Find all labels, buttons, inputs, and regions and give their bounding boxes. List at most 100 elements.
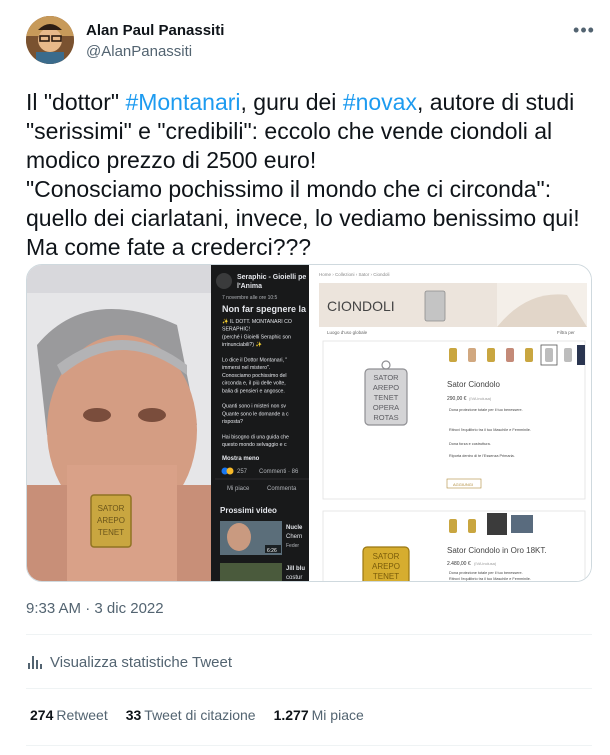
divider xyxy=(26,745,592,746)
quotes-count[interactable]: 33 Tweet di citazione xyxy=(126,707,256,723)
pendant-word: AREPO xyxy=(372,562,400,571)
tweet-date[interactable]: 3 dic 2022 xyxy=(94,600,163,617)
tweet-text-segment: , autore di studi xyxy=(416,89,575,115)
shop-breadcrumb: Home › Collezioni › Sator › Ciondoli xyxy=(319,272,390,277)
tweet-media[interactable]: SATOR AREPO TENET Seraphic - Gioielli pe… xyxy=(26,264,592,582)
fb-post-line: Lo dice il Dottor Montanari, " xyxy=(222,358,287,364)
tweet-text-segment: "Conosciamo pochissimo il mondo che ci c… xyxy=(26,176,552,202)
fb-comments: Commenti · 86 xyxy=(259,469,299,475)
fb-post-line: circonda e, il più delle volte, xyxy=(222,381,286,387)
quotes-label: Tweet di citazione xyxy=(144,707,256,723)
product-bullet: Dona forza e costruttura. xyxy=(449,442,491,446)
quotes-number: 33 xyxy=(125,707,142,723)
product1-button: AGGIUNGI xyxy=(453,482,473,487)
fb-comment: Commenta xyxy=(267,486,297,492)
fb-video1-sub2: Feder xyxy=(286,543,299,549)
divider xyxy=(26,688,592,689)
fb-post-line: Quante sono le domande a c xyxy=(222,411,289,417)
analytics-icon xyxy=(28,656,42,669)
pendant-word: AREPO xyxy=(373,383,399,392)
tweet-text-segment: quello dei ciarlatani, invece, lo vediam… xyxy=(26,205,580,231)
product1-name: Sator Ciondolo xyxy=(447,380,500,389)
fb-video1-time: 6:26 xyxy=(267,548,277,554)
shop-banner-title: CIONDOLI xyxy=(327,298,395,314)
more-options-icon[interactable]: ••• xyxy=(570,20,598,46)
fb-post-line: Quanti sono i misteri non sv xyxy=(222,404,286,410)
fb-video2-title: Jill blu xyxy=(286,566,305,572)
tweet-text-line: Ma come fate a crederci??? xyxy=(26,233,596,262)
fb-post-line: ✨ IL DOTT. MONTANARI CO xyxy=(222,318,292,325)
pendant-word: ROTAS xyxy=(373,413,398,422)
fb-date: 7 novembre alle ore 10:5 xyxy=(222,295,278,301)
tweet-text: Il "dottor" #Montanari, guru dei #novax,… xyxy=(26,88,596,262)
tweet-time[interactable]: 9:33 AM xyxy=(26,600,81,617)
product-bullet: Ritrovi l'equilibrio tra il tuo Maschile… xyxy=(449,577,531,581)
product1-price-note: (IVA inclusa) xyxy=(469,396,492,401)
tweet-text-line: Il "dottor" #Montanari, guru dei #novax,… xyxy=(26,88,596,117)
retweets-label: Retweet xyxy=(56,707,108,723)
pendant-word: TENET xyxy=(373,572,399,581)
tweet-text-line: modico prezzo di 2500 euro! xyxy=(26,146,596,175)
fb-post-line: risposta? xyxy=(222,419,243,425)
retweets-count[interactable]: 274 Retweet xyxy=(30,707,108,723)
silver-pendant-words: SATORAREPOTENETOPERAROTAS xyxy=(373,373,399,422)
photo-panel: SATOR AREPO TENET xyxy=(27,265,211,581)
likes-count[interactable]: 1.277 Mi piace xyxy=(274,707,364,723)
fb-post-line: Hai bisogno di una guida che xyxy=(222,435,289,441)
retweets-number: 274 xyxy=(30,707,54,723)
fb-like: Mi piace xyxy=(227,486,250,492)
svg-text:TENET: TENET xyxy=(98,528,124,537)
fb-next-videos: Prossimi video xyxy=(220,506,277,515)
product-bullet: Riporta dentro di te l'Essenza Primaria. xyxy=(449,454,515,458)
likes-number: 1.277 xyxy=(273,707,309,723)
engagement-counts: 274 Retweet 33 Tweet di citazione 1.277 Mi … xyxy=(30,707,382,723)
svg-text:SATOR: SATOR xyxy=(98,504,125,513)
avatar[interactable] xyxy=(26,16,74,64)
tweet-text-segment: "serissimi" e "credibili": eccolo che ve… xyxy=(26,118,553,144)
product2-price-note: (IVA inclusa) xyxy=(474,561,497,566)
fb-post-line: questo mondo selvaggio e c xyxy=(222,442,287,448)
fb-video1-sub: Chern xyxy=(286,534,302,540)
pendant-word: SATOR xyxy=(373,552,400,561)
media-collage: SATOR AREPO TENET Seraphic - Gioielli pe… xyxy=(27,265,591,581)
fb-post-line: SERAPHIC! xyxy=(222,327,250,333)
fb-post-line: balia di pensieri e angosce. xyxy=(222,388,285,394)
tweet-text-line: "Conosciamo pochissimo il mondo che ci c… xyxy=(26,175,596,204)
shop-filter: Filtra per xyxy=(557,330,575,335)
tweet-text-line: quello dei ciarlatani, invece, lo vediam… xyxy=(26,204,596,233)
shop-panel: Home › Collezioni › Sator › Ciondoli CIO… xyxy=(309,265,591,581)
fb-post-line: irrinunciabili?) ✨ xyxy=(222,341,262,348)
author-name[interactable]: Alan Paul Panassiti xyxy=(86,22,224,39)
product2-price: 2.480,00 € xyxy=(447,561,471,567)
fb-headline: Non far spegnere la xyxy=(222,304,307,314)
fb-video1-title: Nucle xyxy=(286,525,303,531)
tweet-text-segment: Ma come fate a crederci??? xyxy=(26,234,312,260)
timestamp[interactable]: 9:33 AM · 3 dic 2022 xyxy=(26,600,164,617)
gold-pendant-words: SATORAREPOTENET xyxy=(372,552,400,581)
fb-page-name: Seraphic - Gioielli pe xyxy=(237,274,306,281)
product-bullet: Dona protezione totale per il tuo beness… xyxy=(449,571,523,575)
fb-more: Mostra meno xyxy=(222,456,260,462)
tweet-text-line: "serissimi" e "credibili": eccolo che ve… xyxy=(26,117,596,146)
pendant-word: TENET xyxy=(374,393,399,402)
avatar-image xyxy=(26,16,74,64)
pendant-word: SATOR xyxy=(373,373,399,382)
divider xyxy=(26,634,592,635)
fb-post-line: immersi nel mistero". xyxy=(222,365,270,371)
shop-sort: Luogo d'uso globale xyxy=(327,330,368,335)
tweet-text-segment: modico prezzo di 2500 euro! xyxy=(26,147,317,173)
facebook-panel: Seraphic - Gioielli pe l'Anima 7 novembr… xyxy=(211,265,309,581)
product-bullet: Ritrovi l'equilibrio tra il tuo Maschile… xyxy=(449,428,531,432)
tweet-text-segment: Il "dottor" xyxy=(26,89,126,115)
hashtag-link[interactable]: #Montanari xyxy=(125,89,240,115)
tweet: Alan Paul Panassiti @AlanPanassiti ••• I… xyxy=(0,0,610,755)
timestamp-separator: · xyxy=(85,600,91,617)
fb-page-name-2: l'Anima xyxy=(237,283,262,290)
author-handle[interactable]: @AlanPanassiti xyxy=(86,43,192,60)
hashtag-link[interactable]: #novax xyxy=(343,89,417,115)
view-stats-label: Visualizza statistiche Tweet xyxy=(50,653,233,671)
tweet-text-segment: , guru dei xyxy=(240,89,343,115)
view-stats-link[interactable]: Visualizza statistiche Tweet xyxy=(26,653,232,671)
likes-label: Mi piace xyxy=(311,707,364,723)
fb-video2-sub: costur xyxy=(286,575,302,581)
